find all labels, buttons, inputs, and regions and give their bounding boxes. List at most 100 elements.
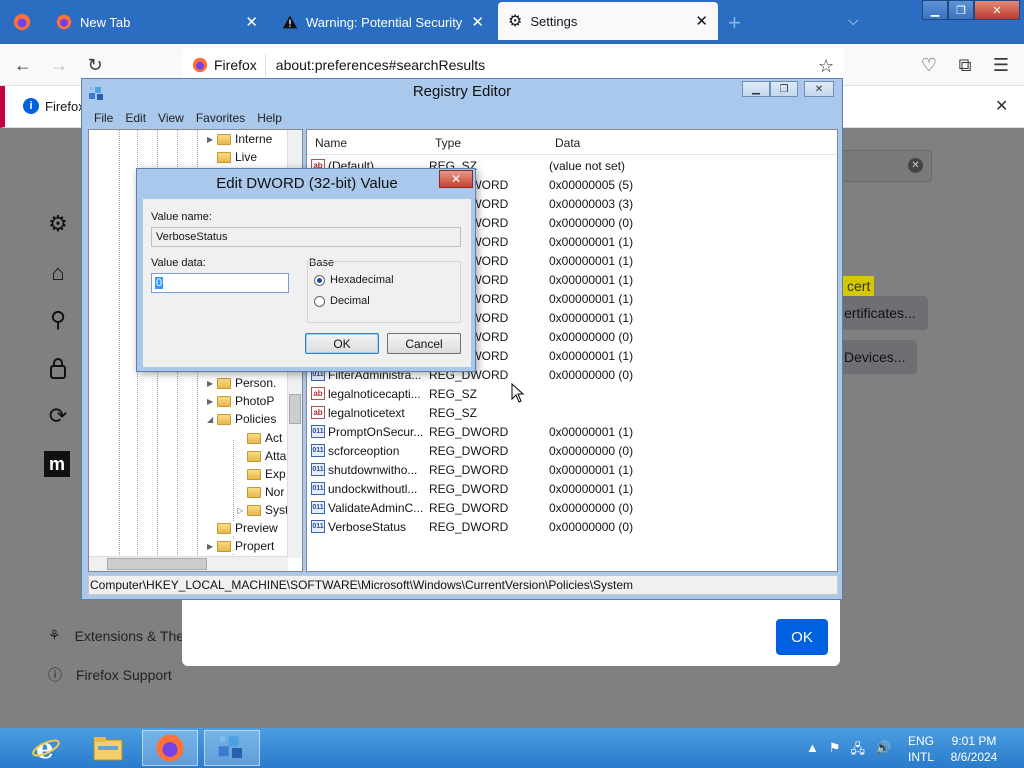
tree-node[interactable]: Atta [237, 449, 287, 463]
clear-search-icon[interactable]: ✕ [908, 158, 923, 173]
identity-box[interactable]: Firefox [182, 54, 266, 76]
minimize-icon[interactable]: ▁ [742, 81, 770, 97]
close-notification-icon[interactable]: ✕ [995, 96, 1008, 116]
value-data-cell: 0x00000001 (1) [549, 234, 634, 249]
expand-arrow-icon[interactable]: ▶ [207, 379, 217, 388]
maximize-icon[interactable]: ❐ [948, 0, 974, 20]
menu-view[interactable]: View [152, 109, 190, 129]
binary-value-icon: 011 [311, 520, 325, 533]
value-name-cell: 011 scforceoption [311, 444, 429, 458]
security-devices-button[interactable]: Devices... [832, 340, 918, 374]
forward-arrow-icon[interactable]: → [46, 52, 72, 78]
close-tab-icon[interactable]: ✕ [471, 13, 484, 31]
back-arrow-icon[interactable]: ← [10, 52, 36, 78]
reload-icon[interactable]: ↻ [82, 52, 108, 78]
tree-node[interactable]: ▶ Propert [207, 539, 275, 553]
gear-icon: ⚙ [508, 13, 523, 30]
menu-help[interactable]: Help [251, 109, 288, 129]
more-from-mozilla-icon[interactable]: m [44, 451, 70, 477]
close-window-icon[interactable]: ✕ [804, 81, 834, 97]
network-icon[interactable]: 🖧 [851, 740, 866, 762]
registry-value-row[interactable]: 011 VerboseStatus REG_DWORD 0x00000000 (0) [311, 517, 831, 536]
tab-strip: New Tab ✕ Warning: Potential Security Ri… [0, 0, 1024, 44]
tree-node[interactable]: ▶ Interne [207, 132, 273, 146]
firefox-menu-icon[interactable] [6, 6, 38, 38]
menu-file[interactable]: File [88, 109, 119, 129]
registry-value-row[interactable]: 011 undockwithoutl... REG_DWORD 0x00000001 … [311, 479, 831, 498]
hamburger-menu-icon[interactable]: ☰ [988, 52, 1014, 78]
bookmark-star-icon[interactable]: ☆ [818, 56, 834, 77]
tree-node[interactable]: ▶ PhotoP [207, 394, 275, 408]
value-data-input[interactable]: 0 [151, 273, 289, 293]
home-icon[interactable]: ⌂ [44, 259, 72, 287]
url-bar[interactable]: Firefox about:preferences#searchResults [182, 48, 844, 82]
expand-arrow-icon[interactable]: ▶ [207, 542, 217, 551]
column-header-type[interactable]: Type [435, 136, 461, 150]
new-tab-plus-icon[interactable]: + [728, 10, 741, 36]
tree-node-label: Preview [235, 521, 278, 535]
tree-node[interactable]: Nor [237, 485, 285, 499]
sync-icon[interactable]: ⟳ [44, 402, 72, 430]
column-header-data[interactable]: Data [555, 136, 580, 150]
hexadecimal-label: Hexadecimal [330, 274, 394, 286]
gear-icon[interactable]: ⚙ [44, 210, 72, 238]
ok-button[interactable]: OK [776, 619, 828, 655]
expand-arrow-icon[interactable]: ▶ [207, 135, 217, 144]
tree-horizontal-scrollbar[interactable] [89, 556, 288, 571]
tree-node[interactable]: ◢ Policies [207, 412, 277, 426]
value-name-cell: 011 shutdownwitho... [311, 463, 429, 477]
tree-node[interactable]: ▷ Syst [237, 503, 289, 517]
maximize-icon[interactable]: ❐ [770, 81, 798, 97]
tree-node[interactable]: Exp [237, 467, 286, 481]
lock-icon[interactable] [44, 354, 72, 382]
tree-node[interactable]: Preview [207, 521, 278, 535]
chevron-down-icon[interactable]: ⌵ [848, 12, 859, 29]
column-header-name[interactable]: Name [315, 136, 347, 150]
expand-arrow-icon[interactable]: ▷ [237, 506, 247, 515]
search-icon[interactable]: ⚲ [44, 306, 72, 334]
decimal-radio[interactable]: Decimal [314, 295, 370, 307]
tree-node[interactable]: Live [207, 150, 258, 164]
close-window-icon[interactable]: ✕ [974, 0, 1020, 20]
hexadecimal-radio[interactable]: Hexadecimal [314, 274, 394, 286]
close-tab-icon[interactable]: ✕ [695, 12, 708, 30]
close-dialog-icon[interactable]: ✕ [439, 170, 473, 188]
menu-edit[interactable]: Edit [119, 109, 152, 129]
folder-icon [217, 413, 231, 425]
puzzle-icon: ⚘ [48, 627, 61, 643]
registry-value-row[interactable]: 011 scforceoption REG_DWORD 0x00000000 (0) [311, 441, 831, 460]
url-text[interactable]: about:preferences#searchResults [276, 57, 485, 73]
extensions-icon[interactable]: ⧉ [952, 52, 978, 78]
action-center-flag-icon[interactable]: ⚑ [829, 740, 841, 762]
input-language-indicator[interactable]: ENG INTL [908, 733, 934, 765]
tab-new-tab[interactable]: New Tab ✕ [46, 4, 268, 40]
expand-arrow-icon[interactable]: ◢ [207, 415, 217, 424]
registry-value-row[interactable]: ab legalnoticecapti... REG_SZ [311, 384, 831, 403]
ok-button[interactable]: OK [305, 333, 379, 354]
firefox-taskbar-icon[interactable] [142, 730, 198, 766]
close-tab-icon[interactable]: ✕ [245, 13, 258, 31]
firefox-support-link[interactable]: ⓘ Firefox Support [48, 665, 172, 685]
minimize-icon[interactable]: ▁ [922, 0, 948, 20]
registry-value-row[interactable]: ab legalnoticetext REG_SZ [311, 403, 831, 422]
regedit-taskbar-icon[interactable] [204, 730, 260, 766]
taskbar-clock[interactable]: 9:01 PM 8/6/2024 [950, 733, 998, 765]
registry-value-row[interactable]: 011 shutdownwitho... REG_DWORD 0x00000001 (… [311, 460, 831, 479]
tree-node[interactable]: ▶ Person. [207, 376, 277, 390]
tab-security-warning[interactable]: Warning: Potential Security Risk Ahead ✕ [272, 4, 494, 40]
tab-settings[interactable]: ⚙ Settings ✕ [498, 2, 718, 40]
file-explorer-icon[interactable] [80, 730, 136, 766]
pocket-icon[interactable]: ♡ [916, 52, 942, 78]
show-hidden-icons-icon[interactable]: ▲ [806, 740, 819, 762]
value-type-cell: REG_DWORD [429, 424, 509, 439]
internet-explorer-icon[interactable]: e [18, 730, 74, 766]
cancel-button[interactable]: Cancel [387, 333, 461, 354]
registry-value-row[interactable]: 011 ValidateAdminC... REG_DWORD 0x00000000 … [311, 498, 831, 517]
registry-value-row[interactable]: 011 PromptOnSecur... REG_DWORD 0x00000001 (… [311, 422, 831, 441]
volume-icon[interactable]: 🔊 [875, 740, 891, 762]
menu-favorites[interactable]: Favorites [190, 109, 251, 129]
tree-node-label: Live [235, 150, 258, 164]
tree-node[interactable]: Act [237, 431, 283, 445]
expand-arrow-icon[interactable]: ▶ [207, 397, 217, 406]
value-type-cell: REG_DWORD [429, 443, 509, 458]
